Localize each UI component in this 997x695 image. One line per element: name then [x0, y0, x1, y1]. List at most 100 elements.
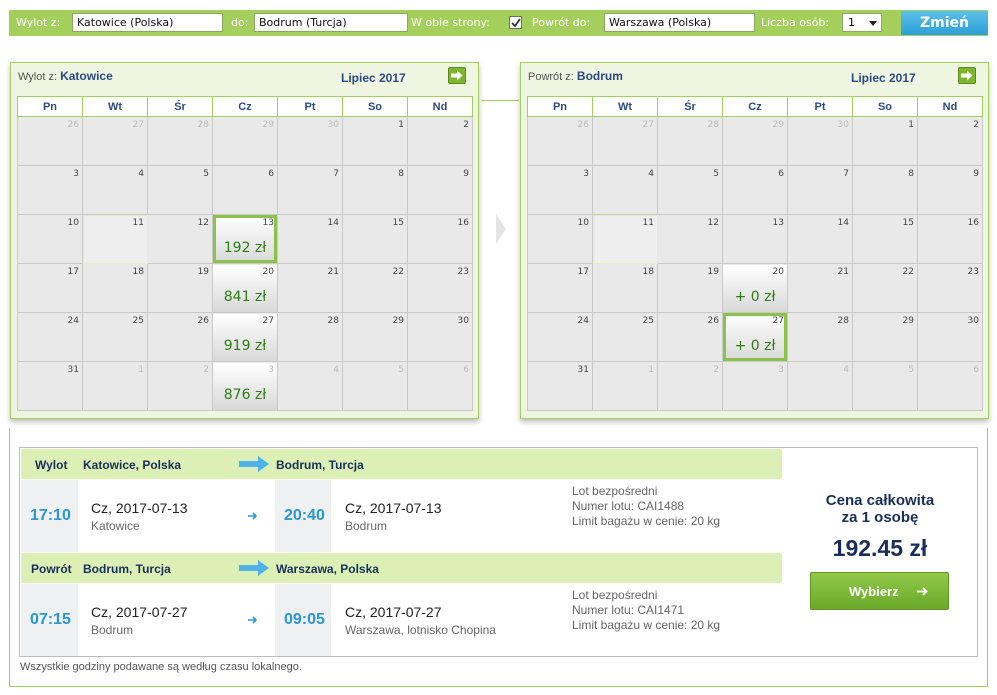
calendar-day: 2	[917, 116, 983, 166]
return-input[interactable]: Warszawa (Polska)	[604, 13, 755, 32]
calendar-month: Lipiec 2017	[341, 71, 406, 85]
day-number: 13	[772, 218, 784, 228]
calendar-day: 1	[342, 116, 408, 166]
calendar-day: 28	[147, 116, 213, 166]
day-number: 4	[333, 365, 339, 375]
checkmark-icon	[511, 18, 521, 28]
calendar-day: 30	[787, 116, 853, 166]
calendar-day: 17	[527, 263, 593, 313]
day-price: 919 zł	[223, 338, 267, 354]
day-number: 23	[967, 267, 979, 277]
day-number: 13	[262, 218, 274, 228]
calendar-day[interactable]: 27 919 zł	[212, 312, 278, 362]
calendar-day: 5	[147, 165, 213, 215]
day-number: 17	[67, 267, 79, 277]
calendar-day: 4	[82, 165, 148, 215]
day-number: 26	[67, 120, 79, 130]
outbound-leg-details: 17:10 Cz, 2017-07-13 Katowice 20:40 Cz, …	[21, 480, 782, 552]
departure-time: 07:15	[30, 611, 71, 628]
calendar-day: 18	[82, 263, 148, 313]
select-offer-button[interactable]: Wybierz	[810, 572, 949, 610]
calendar-header: Wylot z: Katowice Lipiec 2017	[11, 63, 478, 92]
outbound-calendar: Wylot z: Katowice Lipiec 2017 Pn Wt Śr Cz Pt…	[10, 62, 479, 419]
calendar-day: 18	[592, 263, 658, 313]
day-number: 19	[197, 267, 209, 277]
calendar-day: 15	[852, 214, 918, 264]
weekday-header: Śr	[147, 96, 213, 117]
day-number: 20	[262, 267, 274, 277]
calendar-week: 3 4 5 6 7 8 9	[17, 165, 473, 215]
day-number: 26	[577, 120, 589, 130]
calendar-day: 30	[277, 116, 343, 166]
persons-select[interactable]: 1	[842, 13, 882, 32]
day-number: 16	[457, 218, 469, 228]
calendar-week: 24 25 26 27 919 zł 28 29 30	[17, 312, 473, 362]
calendar-day: 3	[527, 165, 593, 215]
leg-label: Wylot	[35, 458, 68, 472]
day-number: 4	[843, 365, 849, 375]
day-number: 24	[67, 316, 79, 326]
calendar-day[interactable]: 27 + 0 zł	[722, 312, 788, 362]
calendar-day: 1	[852, 116, 918, 166]
roundtrip-checkbox[interactable]	[509, 16, 522, 29]
weekday-header: Pn	[527, 96, 593, 117]
to-input[interactable]: Bodrum (Turcja)	[254, 13, 408, 32]
calendar-day: 30	[407, 312, 473, 362]
day-number: 23	[457, 267, 469, 277]
departure-date: Cz, 2017-07-13	[91, 500, 188, 516]
calendar-title-city: Bodrum	[576, 69, 623, 83]
calendar-day[interactable]: 3 876 zł	[212, 361, 278, 411]
outbound-leg-header: Wylot Katowice, Polska Bodrum, Turcja	[21, 449, 782, 479]
arrow-right-icon	[248, 512, 258, 520]
calendar-day: 8	[342, 165, 408, 215]
day-number: 9	[973, 169, 979, 179]
calendar-day: 4	[787, 361, 853, 411]
day-number: 1	[648, 365, 654, 375]
weekday-header: So	[342, 96, 408, 117]
change-search-button[interactable]: Zmień	[901, 11, 988, 35]
total-price: 192.45 zł	[832, 535, 928, 561]
leg-from: Bodrum, Turcja	[83, 562, 171, 576]
calendar-week: 3 4 5 6 7 8 9	[527, 165, 983, 215]
calendar-day[interactable]: 13 192 zł	[212, 214, 278, 264]
leg-label: Powrót	[31, 562, 72, 576]
day-number: 20	[772, 267, 784, 277]
arrival-time: 20:40	[284, 507, 325, 524]
calendar-day: 24	[17, 312, 83, 362]
calendar-day: 14	[787, 214, 853, 264]
calendar-day[interactable]: 20 + 0 zł	[722, 263, 788, 313]
calendar-day: 9	[917, 165, 983, 215]
calendar-title-prefix: Wylot z:	[18, 71, 58, 83]
leg-to: Bodrum, Turcja	[276, 458, 364, 472]
calendar-day[interactable]: 20 841 zł	[212, 263, 278, 313]
calendar-day: 29	[212, 116, 278, 166]
calendar-week: 31 1 2 3 4 5 6	[527, 361, 983, 411]
calendar-day: 24	[527, 312, 593, 362]
day-number: 30	[967, 316, 979, 326]
calendar-day: 11	[82, 214, 148, 264]
day-number: 4	[648, 169, 654, 179]
persons-value: 1	[848, 16, 855, 29]
next-month-button[interactable]	[958, 67, 976, 84]
next-month-button[interactable]	[448, 67, 466, 84]
day-number: 1	[138, 365, 144, 375]
day-number: 26	[707, 316, 719, 326]
arrival-city: Warszawa, lotnisko Chopina	[345, 623, 496, 637]
weekday-row: Pn Wt Śr Cz Pt So Nd	[527, 96, 983, 117]
calendar-day: 6	[407, 361, 473, 411]
from-input[interactable]: Katowice (Polska)	[72, 13, 223, 32]
calendar-day: 16	[917, 214, 983, 264]
day-number: 18	[132, 267, 144, 277]
day-number: 15	[902, 218, 914, 228]
from-label: Wylot z:	[16, 16, 61, 29]
weekday-header: Nd	[407, 96, 473, 117]
weekday-header: Pn	[17, 96, 83, 117]
calendar-day: 26	[657, 312, 723, 362]
day-number: 7	[843, 169, 849, 179]
calendar-day: 26	[147, 312, 213, 362]
day-number: 6	[778, 169, 784, 179]
flight-number: Numer lotu: CAI1488	[572, 499, 685, 513]
calendar-day: 10	[17, 214, 83, 264]
day-number: 28	[707, 120, 719, 130]
day-number: 22	[902, 267, 914, 277]
